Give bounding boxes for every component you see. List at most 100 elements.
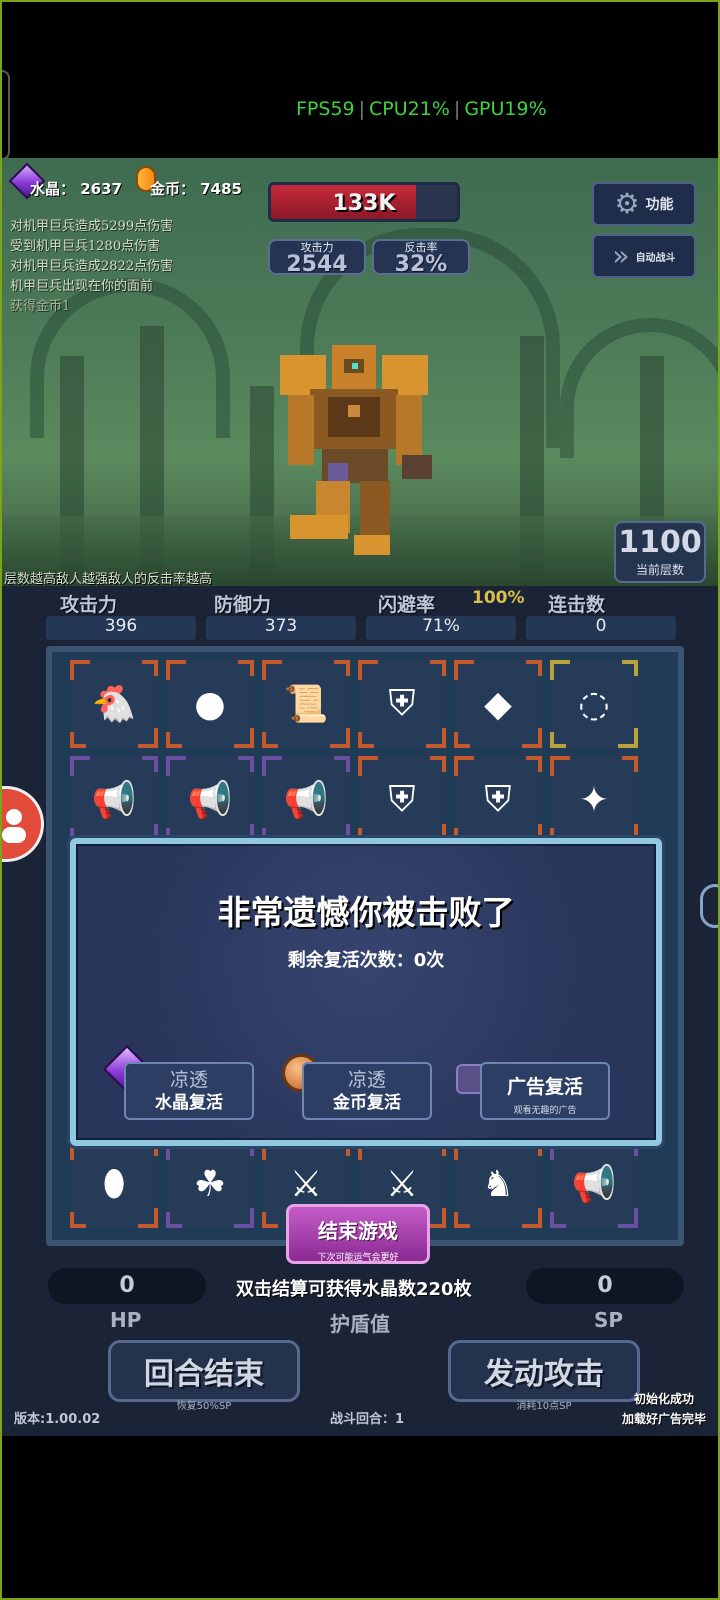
end-game-button[interactable]: 结束游戏 下次可能运气会更好	[286, 1204, 430, 1264]
defense-stat-value: 373	[206, 616, 356, 640]
log-line: 机甲巨兵出现在你的面前	[10, 279, 154, 294]
auto-battle-label: 自动战斗	[635, 252, 676, 264]
enemy-attack-value: 2544	[286, 252, 348, 277]
armor-icon: ⛨	[388, 779, 416, 820]
log-line: 获得金币1	[10, 299, 71, 314]
cooldown-text: 凉透	[347, 1069, 386, 1091]
battle-round: 战斗回合：1	[330, 1412, 405, 1427]
dodge-stat-label: 闪避率	[378, 594, 436, 616]
gold-revive-button[interactable]: 凉透 金币复活	[302, 1062, 432, 1120]
attack-stat-label: 攻击力	[60, 594, 118, 616]
item-slot[interactable]: ◆	[454, 660, 542, 748]
end-turn-button[interactable]: 回合结束 恢复50%SP	[108, 1340, 300, 1412]
crystal-counter: 水晶： 2637	[30, 178, 122, 199]
crystal-revive-label: 水晶复活	[155, 1093, 223, 1113]
defense-stat-label: 防御力	[214, 594, 272, 616]
fps-text: FPS59	[296, 98, 355, 120]
megaphone-icon: 📢	[571, 1164, 617, 1205]
item-slot[interactable]: ⛨	[454, 756, 542, 844]
item-slot[interactable]: ⛨	[358, 756, 446, 844]
attack-button[interactable]: 发动攻击 消耗10点SP	[448, 1340, 640, 1412]
floor-hint: 层数越高敌人越强敌人的反击率越高	[4, 572, 213, 587]
defeat-dialog: 非常遗憾你被击败了 剩余复活次数：0次 凉透 水晶复活 凉透 金币复活 广告复活…	[70, 838, 662, 1146]
scroll-icon: 📜	[283, 684, 329, 725]
end-turn-sub: 恢复50%SP	[176, 1401, 232, 1412]
gpu-text: GPU19%	[464, 98, 547, 120]
gold-counter: 金币： 7485	[150, 178, 242, 199]
item-slot[interactable]: 📢	[550, 1140, 638, 1228]
gold-revive-label: 金币复活	[333, 1093, 401, 1113]
item-slot[interactable]: ♞	[454, 1140, 542, 1228]
cooldown-text: 凉透	[169, 1069, 208, 1091]
ad-revive-label: 广告复活	[506, 1076, 583, 1098]
gold-value: 7485	[200, 180, 242, 198]
settle-hint: 双击结算可获得水晶数220枚	[236, 1279, 472, 1300]
combo-stat-label: 连击数	[548, 594, 606, 616]
person-icon	[2, 809, 26, 843]
enemy-attack-stat: 攻击力 2544	[268, 239, 366, 277]
attack-label: 发动攻击	[484, 1357, 604, 1392]
gear-icon: ⚙	[614, 187, 640, 220]
claw-icon: ⚔	[385, 1163, 419, 1205]
enemy-hp-bar: 133K	[268, 182, 460, 222]
ad-revive-sub: 观看无趣的广告	[513, 1106, 577, 1116]
current-floor: 1100 当前层数	[614, 521, 706, 583]
floor-number: 1100	[618, 525, 702, 560]
defeat-title: 非常遗憾你被击败了	[217, 893, 515, 932]
end-game-sub: 下次可能运气会更好	[317, 1253, 399, 1263]
feather-icon: ✦	[578, 779, 610, 821]
item-slot[interactable]: ✦	[550, 756, 638, 844]
item-slot[interactable]: 📢	[70, 756, 158, 844]
enemy-counter-stat: 反击率 32%	[372, 239, 470, 277]
auto-battle-button[interactable]: » 自动战斗	[592, 234, 696, 278]
item-slot[interactable]: 📜	[262, 660, 350, 748]
necklace-icon: ◌	[578, 683, 610, 725]
battle-log: 对机甲巨兵造成5299点伤害 受到机甲巨兵1280点伤害 对机甲巨兵造成2822…	[10, 217, 173, 317]
end-turn-label: 回合结束	[144, 1357, 264, 1392]
init-toast: 初始化成功	[634, 1392, 695, 1406]
armor-icon: ⛨	[388, 683, 416, 724]
megaphone-icon: 📢	[91, 780, 137, 821]
mech-giant-enemy[interactable]	[270, 345, 440, 563]
function-button[interactable]: ⚙ 功能	[592, 182, 696, 226]
crystal-revive-button[interactable]: 凉透 水晶复活	[124, 1062, 254, 1120]
item-slot[interactable]: ◌	[550, 660, 638, 748]
attack-stat-value: 396	[46, 616, 196, 640]
log-line: 对机甲巨兵造成2822点伤害	[10, 259, 174, 274]
item-slot[interactable]: 📢	[262, 756, 350, 844]
item-slot[interactable]: 📢	[166, 756, 254, 844]
floor-label: 当前层数	[635, 563, 684, 577]
claw-icon: ⚔	[289, 1163, 323, 1205]
clover-icon: ☘	[193, 1163, 227, 1205]
crystal-label: 水晶：	[30, 180, 76, 198]
enemy-hp-text: 133K	[332, 191, 396, 216]
chicken-icon: 🐔	[91, 684, 137, 725]
sp-label: SP	[594, 1308, 624, 1332]
perf-overlay: FPS59 | CPU21% | GPU19%	[296, 98, 547, 120]
revives-remaining: 剩余复活次数：0次	[287, 950, 445, 971]
side-tab-button[interactable]	[700, 884, 720, 928]
log-line: 受到机甲巨兵1280点伤害	[10, 239, 161, 254]
armor-icon: ⛨	[484, 779, 512, 820]
item-slot[interactable]: ●	[166, 660, 254, 748]
item-slot[interactable]: ☘	[166, 1140, 254, 1228]
megaphone-icon: 📢	[187, 780, 233, 821]
hp-value: 0	[48, 1268, 206, 1304]
enemy-counter-value: 32%	[394, 252, 448, 277]
rock-icon: ◆	[484, 683, 512, 725]
ad-loaded-toast: 加载好广告完毕	[622, 1412, 707, 1426]
player-stats-row: 攻击力 防御力 闪避率 连击数 396 373 71% 0	[10, 590, 710, 642]
item-slot[interactable]: 🐔	[70, 660, 158, 748]
megaphone-icon: 📢	[283, 780, 329, 821]
edge-handle	[0, 70, 10, 160]
cpu-text: CPU21%	[369, 98, 450, 120]
version-text: 版本:1.00.02	[14, 1412, 101, 1427]
gold-label: 金币：	[150, 180, 196, 198]
sp-value: 0	[526, 1268, 684, 1304]
item-slot[interactable]: ⛨	[358, 660, 446, 748]
fast-forward-icon: »	[612, 239, 630, 272]
item-slot[interactable]: ⬮	[70, 1140, 158, 1228]
hp-label: HP	[110, 1308, 142, 1332]
ad-revive-button[interactable]: 广告复活 观看无趣的广告	[480, 1062, 610, 1120]
dodge-stat-value: 71%	[366, 616, 516, 640]
